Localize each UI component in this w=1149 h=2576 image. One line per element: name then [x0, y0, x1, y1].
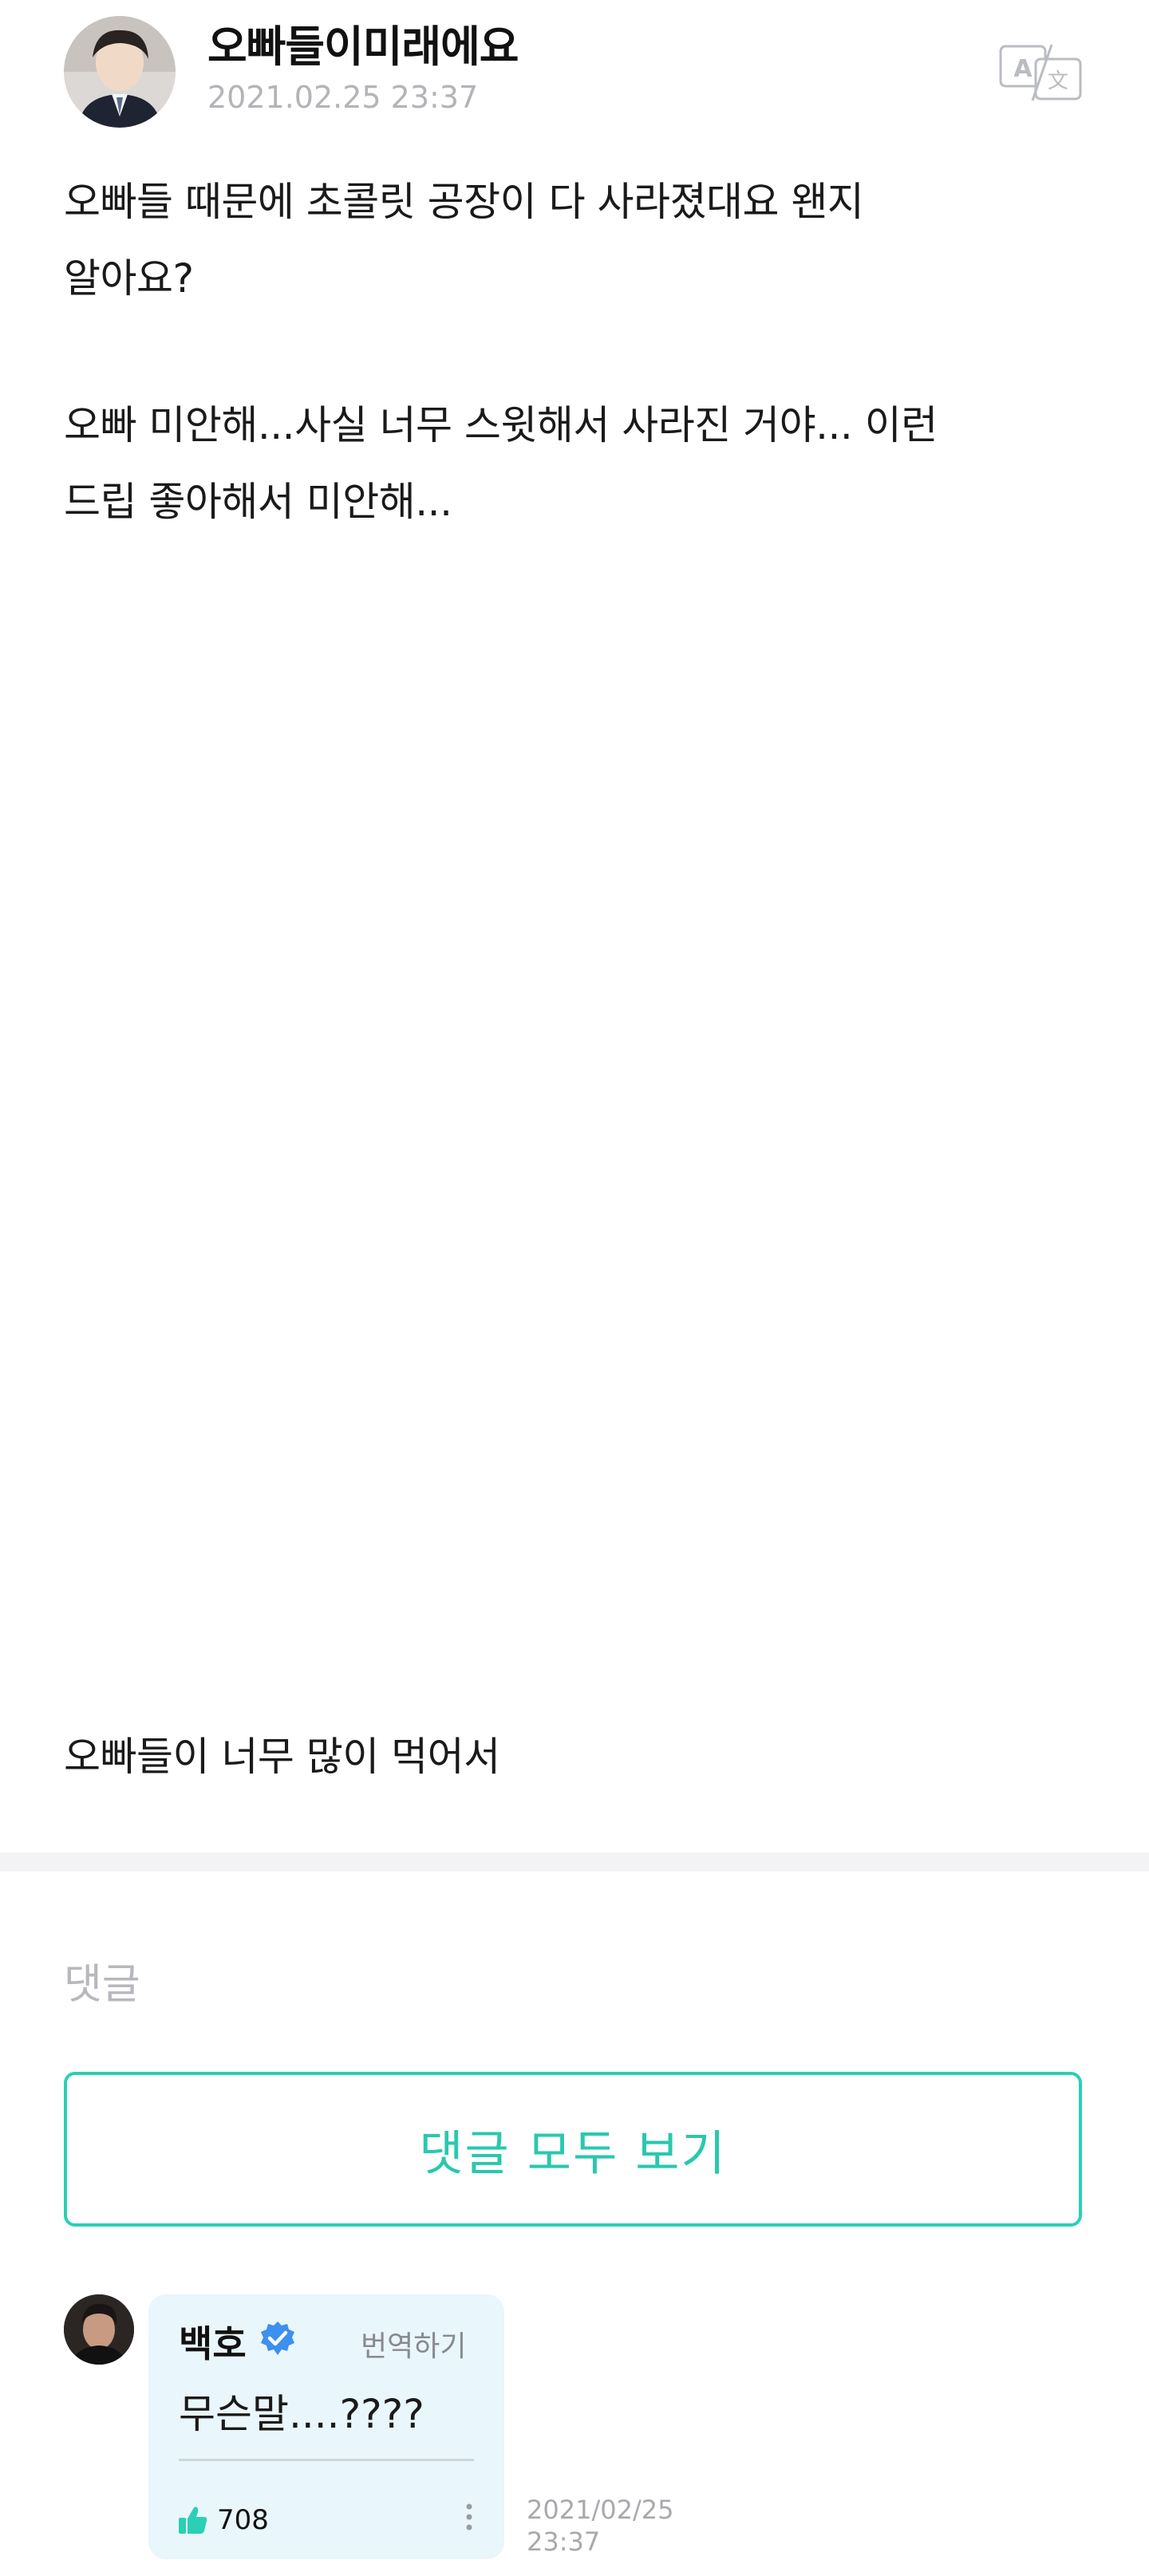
section-divider	[0, 1852, 1149, 1872]
post-body: 오빠들 때문에 초콜릿 공장이 다 사라졌대요 왠지 알아요? 오빠 미안해..…	[64, 164, 1069, 540]
post-paragraph-1-line-1: 오빠들 때문에 초콜릿 공장이 다 사라졌대요 왠지	[64, 179, 864, 225]
post-paragraph-1-line-2: 알아요?	[64, 255, 194, 302]
comment-translate-link[interactable]: 번역하기	[361, 2323, 466, 2365]
commenter-name[interactable]: 백호	[179, 2315, 247, 2368]
post-header: 오빠들이미래에요 2021.02.25 23:37 A 文	[0, 0, 1149, 144]
svg-text:文: 文	[1048, 69, 1068, 93]
post-author-name[interactable]: 오빠들이미래에요	[207, 11, 519, 74]
post-paragraph-2-line-1: 오빠 미안해...사실 너무 스윗해서 사라진 거야... 이런	[64, 402, 938, 448]
author-avatar[interactable]	[64, 16, 176, 128]
view-all-comments-button[interactable]: 댓글 모두 보기	[64, 2072, 1082, 2227]
thumbs-up-icon	[177, 2504, 209, 2536]
comment-date-time: 23:37	[527, 2527, 601, 2557]
comments-heading: 댓글	[64, 1961, 140, 2009]
comment-date: 2021/02/25 23:37	[527, 2494, 673, 2558]
commenter-avatar[interactable]	[64, 2294, 134, 2365]
verified-badge-icon	[259, 2320, 297, 2358]
like-button[interactable]: 708	[177, 2500, 269, 2540]
translate-icon[interactable]: A 文	[997, 41, 1085, 105]
comment-bubble: 백호 번역하기 무슨말....???? 708	[148, 2294, 504, 2559]
svg-text:A: A	[1013, 55, 1033, 83]
more-vertical-icon[interactable]	[460, 2497, 479, 2537]
post-date: 2021.02.25 23:37	[207, 80, 479, 115]
post-paragraph-2-line-2: 드립 좋아해서 미안해...	[64, 479, 452, 525]
post-last-line: 오빠들이 너무 많이 먹어서	[64, 1734, 500, 1780]
like-count: 708	[217, 2504, 269, 2536]
comment-date-day: 2021/02/25	[527, 2495, 674, 2525]
comment-text: 무슨말....????	[179, 2391, 424, 2437]
comment-divider	[179, 2459, 474, 2461]
